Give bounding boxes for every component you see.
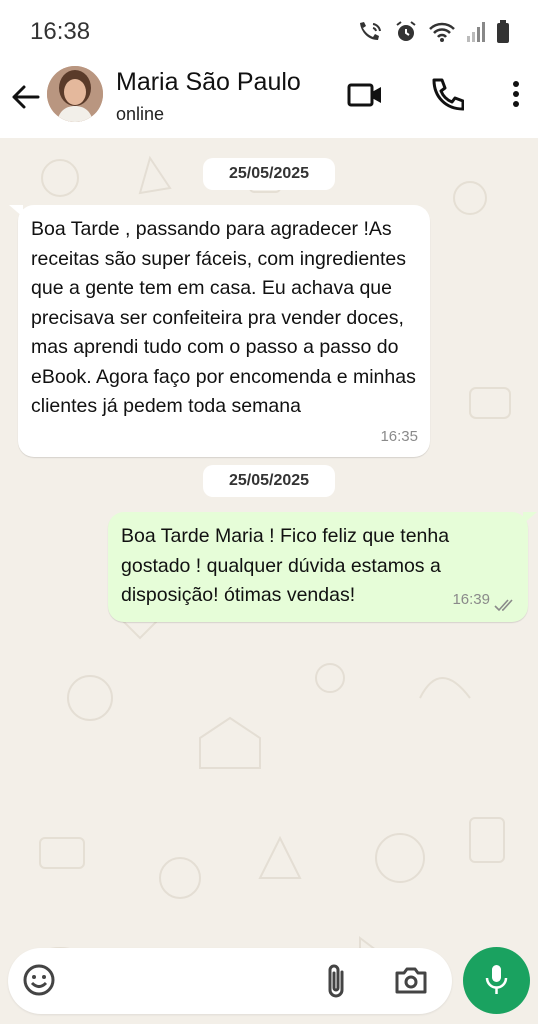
message-time: 16:39 [452, 590, 490, 608]
back-button[interactable] [8, 80, 42, 114]
arrow-left-icon [12, 85, 40, 109]
bubble-tail [523, 512, 537, 524]
camera-icon [395, 967, 427, 994]
bubble-tail [9, 205, 23, 217]
paperclip-icon [328, 964, 344, 998]
incoming-message[interactable]: Boa Tarde , passando para agradecer !As … [9, 205, 430, 457]
video-call-icon [347, 83, 381, 107]
camera-button[interactable] [394, 964, 428, 1001]
signal-icon [466, 21, 486, 43]
wifi-call-icon [358, 20, 384, 44]
outgoing-message[interactable]: Boa Tarde Maria ! Fico feliz que tenha g… [108, 512, 537, 622]
date-chip: 25/05/2025 [203, 465, 335, 497]
alarm-icon [394, 20, 418, 44]
contact-status: online [116, 104, 165, 124]
message-text: Boa Tarde , passando para agradecer !As … [31, 218, 416, 417]
wifi-icon [428, 21, 456, 43]
chat-header: Maria São Paulo online [0, 62, 538, 138]
read-ticks-icon [494, 599, 513, 612]
attach-button[interactable] [324, 962, 350, 1005]
chat-area[interactable]: 25/05/2025 Boa Tarde , passando para agr… [0, 138, 538, 1024]
date-chip: 25/05/2025 [203, 158, 335, 190]
contact-name[interactable]: Maria São Paulo [116, 68, 301, 97]
status-bar: 16:38 [0, 0, 538, 62]
avatar[interactable] [47, 66, 103, 122]
phone-icon [432, 78, 465, 111]
emoji-button[interactable] [22, 963, 56, 1002]
emoji-icon [23, 964, 55, 996]
status-icons [358, 20, 510, 44]
more-vert-icon [513, 81, 519, 107]
call-button[interactable] [428, 76, 465, 119]
battery-icon [496, 20, 510, 44]
mic-button[interactable] [463, 947, 530, 1014]
mic-icon [485, 965, 508, 994]
more-options-button[interactable] [506, 76, 526, 119]
status-time: 16:38 [30, 18, 91, 45]
video-call-button[interactable] [346, 76, 384, 119]
message-time: 16:35 [380, 427, 418, 445]
message-composer[interactable] [8, 948, 452, 1014]
